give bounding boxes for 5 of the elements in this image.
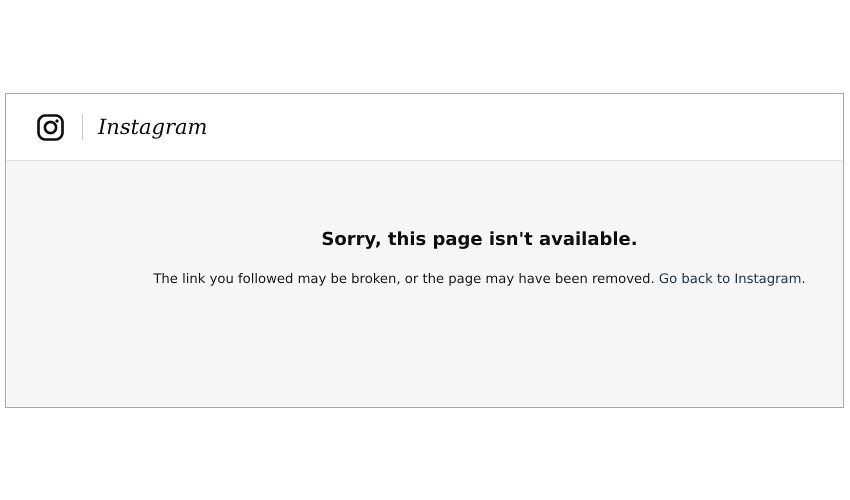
error-title: Sorry, this page isn't available. — [321, 229, 638, 250]
camera-icon[interactable] — [37, 114, 64, 140]
logo-text[interactable]: Instagram — [98, 115, 208, 139]
error-message: The link you followed may be broken, or the page may have been removed. Go back to Instagram. — [153, 272, 806, 287]
back-link[interactable]: Go back to Instagram. — [658, 272, 806, 287]
